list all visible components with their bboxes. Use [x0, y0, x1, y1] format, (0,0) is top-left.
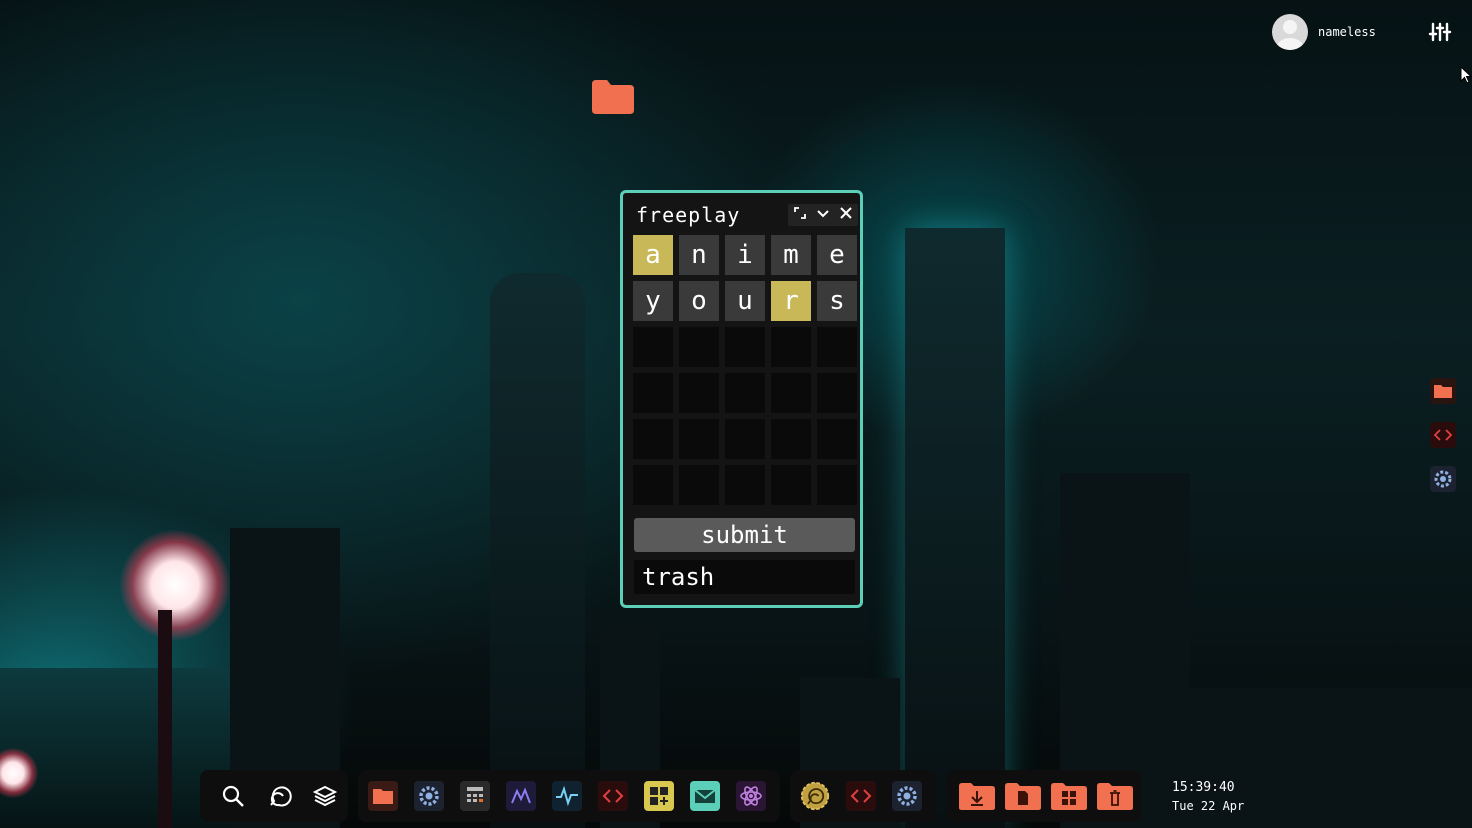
layers-icon[interactable]: [310, 781, 340, 811]
downloads-folder-icon[interactable]: [958, 781, 996, 811]
code-icon[interactable]: [1430, 422, 1456, 448]
sliders-icon[interactable]: [1428, 20, 1452, 44]
search-icon[interactable]: [218, 781, 248, 811]
code-icon[interactable]: [598, 781, 628, 811]
letter-cell: [771, 465, 811, 505]
atom-icon[interactable]: [736, 781, 766, 811]
letter-cell: [725, 327, 765, 367]
letter-cell: [633, 465, 673, 505]
code-icon[interactable]: [846, 781, 876, 811]
letter-cell: [679, 327, 719, 367]
letter-cell: [633, 419, 673, 459]
letter-cell: [817, 465, 857, 505]
letter-cell: e: [817, 235, 857, 275]
letter-cell: m: [771, 235, 811, 275]
taskbar-utilities: [200, 770, 348, 822]
letter-cell: [725, 419, 765, 459]
letter-cell: [633, 373, 673, 413]
lamp-pole: [158, 610, 172, 828]
gear-icon[interactable]: [892, 781, 922, 811]
letter-cell: u: [725, 281, 765, 321]
street-lamp: [120, 530, 230, 640]
letter-cell: [817, 327, 857, 367]
username: nameless: [1318, 25, 1376, 39]
mouse-cursor-icon: [1460, 65, 1472, 88]
spiral-app-icon[interactable]: [800, 781, 830, 811]
taskbar-folders: [946, 770, 1142, 822]
chart-icon[interactable]: [506, 781, 536, 811]
letter-cell: o: [679, 281, 719, 321]
folder-icon[interactable]: [592, 80, 634, 114]
spiral-icon[interactable]: [264, 781, 294, 811]
trash-input[interactable]: trash: [634, 560, 855, 594]
background-tower: [905, 228, 1005, 828]
letter-cell: [771, 419, 811, 459]
gear-icon[interactable]: [414, 781, 444, 811]
resize-icon[interactable]: [792, 205, 808, 225]
letter-grid: anime yours: [633, 235, 857, 505]
taskbar-apps: [358, 770, 780, 822]
clock-date: Tue 22 Apr: [1172, 799, 1245, 813]
user-profile[interactable]: nameless: [1272, 14, 1376, 50]
letter-cell: [725, 465, 765, 505]
letter-cell: [679, 373, 719, 413]
avatar: [1272, 14, 1308, 50]
letter-cell: [679, 465, 719, 505]
chevron-down-icon[interactable]: [815, 205, 831, 225]
clock-time: 15:39:40: [1172, 780, 1235, 795]
folder-icon[interactable]: [368, 781, 398, 811]
letter-cell: [817, 419, 857, 459]
letter-cell: [725, 373, 765, 413]
close-icon[interactable]: [838, 205, 854, 225]
letter-cell: a: [633, 235, 673, 275]
window-title: freeplay: [636, 203, 741, 227]
documents-folder-icon[interactable]: [1004, 781, 1042, 811]
letter-cell: [817, 373, 857, 413]
apps-folder-icon[interactable]: [1050, 781, 1088, 811]
background-tower: [490, 273, 585, 828]
letter-cell: r: [771, 281, 811, 321]
letter-cell: [679, 419, 719, 459]
letter-cell: [771, 327, 811, 367]
widgets-icon[interactable]: [644, 781, 674, 811]
clock[interactable]: 15:39:40 Tue 22 Apr: [1172, 779, 1244, 815]
letter-cell: s: [817, 281, 857, 321]
activity-icon[interactable]: [552, 781, 582, 811]
freeplay-window: freeplay anime yours submit trash: [620, 190, 863, 608]
trash-folder-icon[interactable]: [1096, 781, 1134, 811]
folder-icon[interactable]: [1430, 378, 1456, 404]
letter-cell: y: [633, 281, 673, 321]
background-building: [0, 668, 230, 828]
gear-icon[interactable]: [1430, 466, 1456, 492]
letter-cell: [633, 327, 673, 367]
letter-cell: [771, 373, 811, 413]
mail-icon[interactable]: [690, 781, 720, 811]
taskbar-pinned: [790, 770, 936, 822]
side-dock: [1430, 378, 1456, 492]
letter-cell: n: [679, 235, 719, 275]
window-controls: [788, 204, 858, 226]
letter-cell: i: [725, 235, 765, 275]
calculator-icon[interactable]: [460, 781, 490, 811]
submit-button[interactable]: submit: [634, 518, 855, 552]
